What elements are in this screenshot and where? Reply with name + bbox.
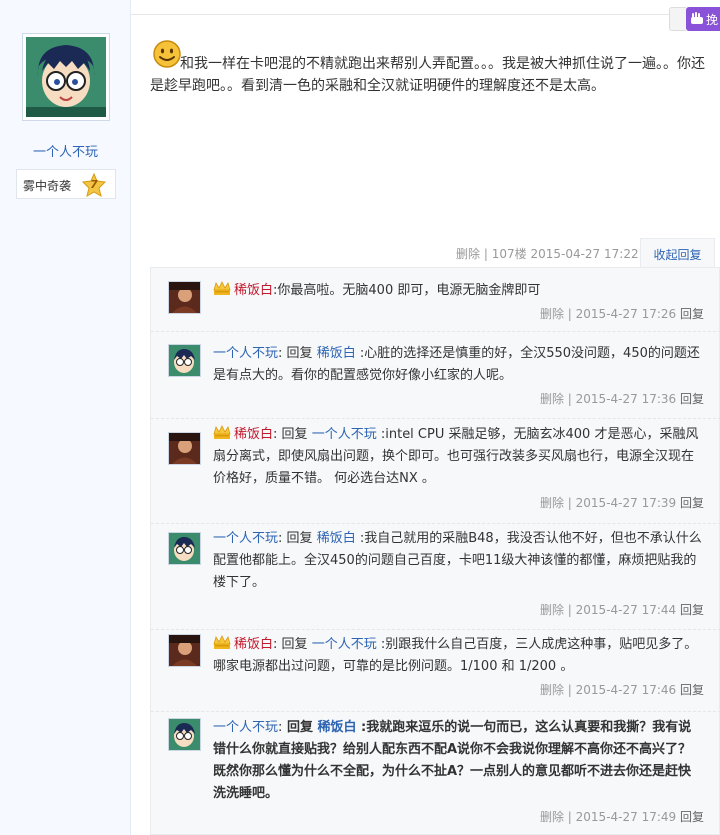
reply-colon: :	[278, 720, 283, 735]
reply-target-username[interactable]: 稀饭白	[317, 720, 356, 735]
reply-target-username[interactable]: 一个人不玩	[312, 427, 377, 442]
sub-reply-item: 一个人不玩: 回复 稀饭白 :我就跑来逗乐的说一句而已，这么认真要和我撕？我有说…	[151, 712, 720, 835]
avatar-image	[26, 37, 106, 117]
reply-body: 一个人不玩: 回复 稀饭白 :心脏的选择还是慎重的好，全汉550没问题，450的…	[213, 343, 703, 387]
reply-text: :我就跑来逗乐的说一句而已，这么认真要和我撕？我有说错什么你就直接贴我？给别人配…	[213, 720, 692, 801]
reply-target-username[interactable]: 稀饭白	[317, 346, 356, 361]
vip-crown-icon	[213, 425, 231, 439]
reply-time: 2015-4-27 17:26	[575, 307, 677, 321]
reply-username[interactable]: 一个人不玩	[213, 720, 278, 735]
reply-word: 回复	[281, 637, 308, 652]
reply-body: 稀饭白: 回复 一个人不玩 :别跟我什么自己百度，三人成虎这种事，贴吧见多了。 …	[213, 634, 703, 678]
author-username[interactable]: 一个人不玩	[0, 141, 131, 160]
reply-colon: :	[273, 427, 278, 442]
reply-avatar[interactable]	[168, 281, 201, 314]
sub-reply-item: 稀饭白: 回复 一个人不玩 :intel CPU 采融足够，无脑玄冰400 才是…	[151, 419, 720, 524]
reply-username[interactable]: 稀饭白	[234, 283, 273, 298]
reply-reply-link[interactable]: 回复	[680, 603, 704, 617]
reply-username[interactable]: 稀饭白	[234, 637, 273, 652]
sub-reply-item: 一个人不玩: 回复 稀饭白 :我自己就用的采融B48，我没否认他不好，但也不承认…	[151, 524, 720, 630]
reply-avatar[interactable]	[168, 532, 201, 565]
reply-target-username[interactable]: 稀饭白	[317, 531, 356, 546]
reply-word: 回复	[286, 531, 313, 546]
reply-delete-link[interactable]: 删除	[540, 392, 564, 406]
user-avatar-image	[169, 719, 200, 750]
author-sidebar: 一个人不玩 雾中奇袭 7	[0, 0, 131, 835]
user-avatar-image	[169, 282, 200, 313]
share-label: 挽	[706, 13, 719, 27]
share-hand-icon	[691, 12, 703, 24]
reply-delete-link[interactable]: 删除	[540, 603, 564, 617]
reply-meta: 删除 | 2015-4-27 17:44 回复	[539, 603, 704, 617]
reply-reply-link[interactable]: 回复	[680, 392, 704, 406]
reply-meta: 删除 | 2015-4-27 17:39 回复	[539, 496, 704, 510]
reply-reply-link[interactable]: 回复	[680, 810, 704, 824]
reply-reply-link[interactable]: 回复	[680, 683, 704, 697]
reply-colon: :	[278, 531, 283, 546]
reply-body: 一个人不玩: 回复 稀饭白 :我就跑来逗乐的说一句而已，这么认真要和我撕？我有说…	[213, 717, 703, 805]
share-button[interactable]: 挽	[686, 7, 720, 31]
reply-body: 稀饭白:你最高啦。无脑400 即可，电源无脑金牌即可	[213, 280, 703, 302]
user-avatar-image	[169, 635, 200, 666]
post-meta: 删除 | 107楼 2015-04-27 17:22	[456, 245, 639, 262]
user-avatar-image	[169, 345, 200, 376]
reply-avatar[interactable]	[168, 634, 201, 667]
reply-reply-link[interactable]: 回复	[680, 307, 704, 321]
meta-separator: |	[483, 247, 488, 261]
reply-delete-link[interactable]: 删除	[540, 810, 564, 824]
sub-reply-item: 稀饭白:你最高啦。无脑400 即可，电源无脑金牌即可 删除 | 2015-4-2…	[151, 268, 720, 332]
reply-meta: 删除 | 2015-4-27 17:46 回复	[539, 683, 704, 697]
reply-time: 2015-4-27 17:36	[575, 392, 677, 406]
reply-word: 回复	[281, 427, 308, 442]
user-avatar-image	[169, 533, 200, 564]
reply-delete-link[interactable]: 删除	[540, 307, 564, 321]
reply-target-username[interactable]: 一个人不玩	[312, 637, 377, 652]
sub-reply-item: 一个人不玩: 回复 稀饭白 :心脏的选择还是慎重的好，全汉550没问题，450的…	[151, 332, 720, 419]
reply-time: 2015-4-27 17:46	[575, 683, 677, 697]
reply-username[interactable]: 一个人不玩	[213, 346, 278, 361]
author-avatar[interactable]	[22, 33, 110, 121]
reply-meta: 删除 | 2015-4-27 17:36 回复	[539, 392, 704, 406]
reply-username[interactable]: 稀饭白	[234, 427, 273, 442]
reply-username[interactable]: 一个人不玩	[213, 531, 278, 546]
reply-text: 你最高啦。无脑400 即可，电源无脑金牌即可	[277, 283, 541, 298]
reply-word: 回复	[286, 346, 313, 361]
reply-delete-link[interactable]: 删除	[540, 683, 564, 697]
reply-colon: :	[273, 637, 278, 652]
vip-crown-icon	[213, 281, 231, 295]
collapse-reply-button[interactable]: 收起回复	[640, 238, 715, 268]
level-badge[interactable]: 雾中奇袭 7	[16, 169, 116, 199]
reply-meta: 删除 | 2015-4-27 17:26 回复	[539, 307, 704, 321]
level-star-icon: 7	[81, 172, 107, 198]
reply-avatar[interactable]	[168, 432, 201, 465]
reply-word: 回复	[286, 720, 313, 735]
sub-reply-list: 稀饭白:你最高啦。无脑400 即可，电源无脑金牌即可 删除 | 2015-4-2…	[150, 267, 720, 835]
reply-delete-link[interactable]: 删除	[540, 496, 564, 510]
post-floor: 107楼	[491, 247, 527, 261]
post-text: 和我一样在卡吧混的不精就跑出来帮别人弄配置。。。我是被大神抓住说了一遍。。你还是…	[150, 56, 705, 94]
user-avatar-image	[169, 433, 200, 464]
reply-body: 稀饭白: 回复 一个人不玩 :intel CPU 采融足够，无脑玄冰400 才是…	[213, 424, 703, 490]
share-tab-handle[interactable]	[669, 7, 686, 31]
level-title: 雾中奇袭	[23, 179, 72, 193]
top-divider	[131, 14, 720, 15]
post-delete-link[interactable]: 删除	[456, 247, 480, 261]
reply-avatar[interactable]	[168, 344, 201, 377]
reply-colon: :	[278, 346, 283, 361]
vip-crown-icon	[213, 635, 231, 649]
post-time: 2015-04-27 17:22	[530, 247, 639, 261]
sub-reply-item: 稀饭白: 回复 一个人不玩 :别跟我什么自己百度，三人成虎这种事，贴吧见多了。 …	[151, 630, 720, 712]
level-number: 7	[90, 178, 98, 191]
reply-time: 2015-4-27 17:44	[575, 603, 677, 617]
reply-time: 2015-4-27 17:49	[575, 810, 677, 824]
reply-body: 一个人不玩: 回复 稀饭白 :我自己就用的采融B48，我没否认他不好，但也不承认…	[213, 528, 703, 594]
post-content: 和我一样在卡吧混的不精就跑出来帮别人弄配置。。。我是被大神抓住说了一遍。。你还是…	[150, 53, 716, 97]
reply-time: 2015-4-27 17:39	[575, 496, 677, 510]
reply-meta: 删除 | 2015-4-27 17:49 回复	[539, 810, 704, 824]
reply-avatar[interactable]	[168, 718, 201, 751]
reply-reply-link[interactable]: 回复	[680, 496, 704, 510]
